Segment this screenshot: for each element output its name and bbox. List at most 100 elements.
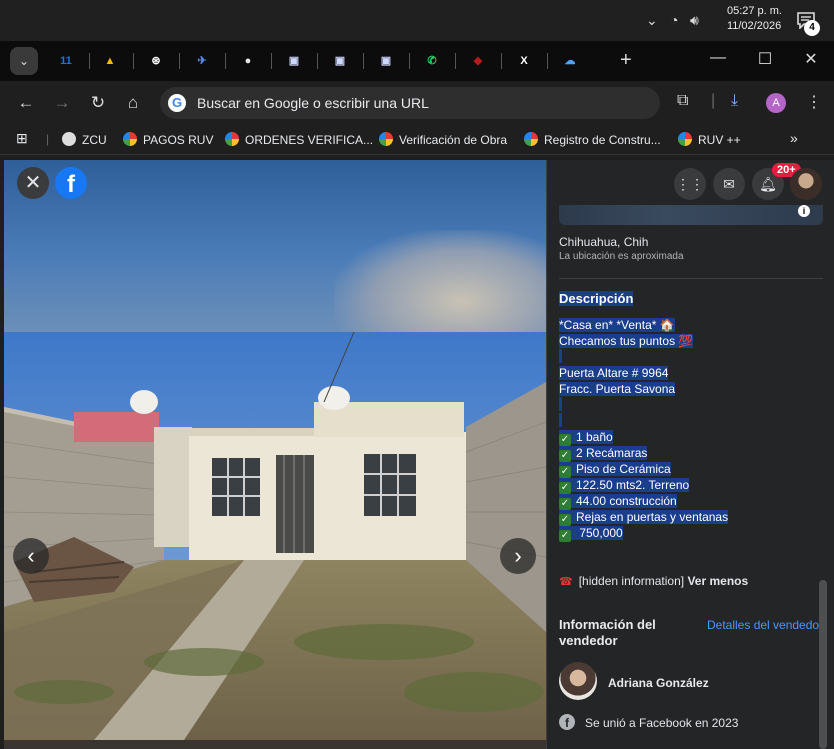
description-line: *Casa en* *Venta* 🏠 (559, 318, 675, 332)
feature-item: ✓ Piso de Cerámica (559, 461, 728, 478)
ruv-icon (123, 132, 137, 146)
chatgpt-icon[interactable]: ⊛ (147, 52, 165, 70)
feature-item: ✓ 2 Recámaras (559, 445, 728, 462)
seller-details-link[interactable]: Detalles del vendedor (707, 618, 823, 632)
google-calendar-icon[interactable]: 11 (57, 52, 75, 70)
round-logo-icon[interactable]: ● (239, 52, 257, 70)
close-window-button[interactable]: ✕ (799, 49, 823, 69)
new-tab-button[interactable]: + (620, 49, 632, 72)
photo-viewer (4, 160, 546, 749)
doc-icon[interactable]: ▣ (285, 52, 303, 70)
cloud-icon[interactable]: ☁ (561, 52, 579, 70)
bookmark-label: Verificación de Obra (399, 133, 508, 147)
tab-separator (179, 53, 180, 69)
info-icon[interactable]: i (798, 205, 810, 217)
feature-highlight: ✓ 122.50 mts2. Terreno (559, 478, 690, 494)
listing-photo (4, 332, 546, 740)
reload-icon[interactable]: ↻ (88, 93, 108, 113)
bookmark-item[interactable]: PAGOS RUV (123, 132, 213, 147)
tab-separator (501, 53, 502, 69)
ruv-icon (379, 132, 393, 146)
ruv-icon (678, 132, 692, 146)
speaker-icon[interactable]: 🔊︎ (690, 12, 699, 29)
browser-toolbar: ← → ↻ ⌂ G Buscar en Google o escribir un… (0, 81, 834, 125)
feature-item: ✓ Rejas en puertas y ventanas (559, 509, 729, 526)
contact-line: ☎ [hidden information] Ver menos (559, 574, 748, 588)
facebook-icon: f (559, 714, 575, 730)
bookmark-item[interactable]: RUV ++ (678, 132, 741, 147)
next-photo-button[interactable]: › (500, 538, 536, 574)
tab-separator (547, 53, 548, 69)
extensions-icon[interactable]: ⧉ (677, 92, 688, 110)
previous-photo-button[interactable]: ‹ (13, 538, 49, 574)
apps-grid-icon[interactable]: ⊞ (16, 130, 28, 147)
panel-scrollbar[interactable] (819, 580, 827, 749)
bird-icon[interactable]: ✈ (193, 52, 211, 70)
maximize-button[interactable]: ☐ (753, 49, 777, 69)
home-icon[interactable]: ⌂ (123, 93, 143, 113)
back-arrow-icon[interactable]: ← (16, 93, 36, 113)
bookmark-item[interactable]: ORDENES VERIFICA... (225, 132, 373, 147)
tab-strip: ⌄ 11 ▲ ⊛ ✈ ● ▣ ▣ ▣ ✆ ◆ X ☁ + — ☐ ✕ (0, 41, 834, 81)
forward-arrow-icon[interactable]: → (52, 93, 72, 113)
notification-count-badge: 4 (804, 20, 820, 36)
whatsapp-icon[interactable]: ✆ (423, 52, 441, 70)
messenger-icon[interactable]: ✉ (713, 168, 745, 200)
description-body: *Casa en* *Venta* 🏠 Checamos tus puntos … (559, 317, 729, 542)
description-heading: Descripción (559, 291, 634, 306)
google-drive-icon[interactable]: ▲ (101, 52, 119, 70)
phone-icon: ☎ (559, 576, 573, 588)
menu-kebab-icon[interactable]: ⋮ (806, 92, 822, 112)
facebook-logo[interactable]: f (55, 167, 87, 199)
x-icon[interactable]: X (515, 52, 533, 70)
bookmark-item[interactable]: ZCU (62, 132, 107, 147)
doc-icon[interactable]: ▣ (331, 52, 349, 70)
bookmark-label: RUV ++ (698, 133, 741, 147)
bookmark-item[interactable]: Verificación de Obra (379, 132, 507, 147)
ruv-icon (524, 132, 538, 146)
shield-icon[interactable]: ◆ (469, 52, 487, 70)
tab-separator (133, 53, 134, 69)
clock-time: 05:27 p. m. (726, 5, 782, 17)
feature-text: 44.00 construcción (576, 494, 677, 508)
description-line (559, 349, 728, 365)
feature-highlight: ✓ Piso de Cerámica (559, 462, 671, 478)
listing-details-panel: ⋮⋮ ✉ 🔔︎ 20+ i Chihuahua, Chih La ubicaci… (546, 160, 834, 749)
description-line (559, 397, 728, 413)
account-avatar[interactable] (790, 168, 822, 200)
feature-item: ✓ 122.50 mts2. Terreno (559, 477, 728, 494)
more-bookmarks-icon[interactable]: » (790, 130, 798, 146)
feature-item: ✓ 44.00 construcción (559, 493, 728, 510)
wifi-icon[interactable]: ◔ (670, 12, 678, 28)
globe-icon (62, 132, 76, 146)
seller-name[interactable]: Adriana González (608, 676, 709, 690)
description-line (559, 413, 728, 429)
doc-icon[interactable]: ▣ (377, 52, 395, 70)
clock[interactable]: 05:27 p. m. 11/02/2026 (727, 4, 782, 34)
seller-avatar[interactable] (559, 662, 597, 700)
tab-separator (225, 53, 226, 69)
bookmark-item[interactable]: Registro de Constru... (524, 132, 661, 147)
clock-date: 11/02/2026 (726, 20, 782, 32)
see-less-link[interactable]: Ver menos (687, 574, 748, 588)
seller-section-title: Información del vendedor (559, 617, 656, 648)
download-icon[interactable]: ⤓ (731, 92, 738, 110)
divider (559, 278, 823, 279)
joined-date: Se unió a Facebook en 2023 (585, 716, 739, 730)
address-bar[interactable]: G Buscar en Google o escribir una URL (160, 87, 660, 119)
minimize-button[interactable]: — (706, 49, 730, 67)
chevron-up-icon[interactable]: ⌄ (646, 12, 658, 29)
menu-grid-icon[interactable]: ⋮⋮ (674, 168, 706, 200)
tab-search-button[interactable]: ⌄ (10, 47, 38, 75)
bookmark-label: ZCU (82, 133, 107, 147)
bookmark-label: Registro de Constru... (544, 133, 661, 147)
close-viewer-button[interactable]: ✕ (17, 167, 49, 199)
location-map[interactable] (559, 205, 823, 225)
hidden-phone: [hidden information] (578, 574, 685, 588)
tab-separator (271, 53, 272, 69)
bookmarks-bar: ⊞ | ZCU PAGOS RUV ORDENES VERIFICA... Verif… (0, 125, 834, 155)
feature-highlight: ✓ 1 baño (559, 430, 613, 446)
profile-avatar[interactable]: A (766, 93, 786, 113)
feature-highlight: ✓ 2 Recámaras (559, 446, 648, 462)
feature-text: Piso de Cerámica (576, 462, 671, 476)
